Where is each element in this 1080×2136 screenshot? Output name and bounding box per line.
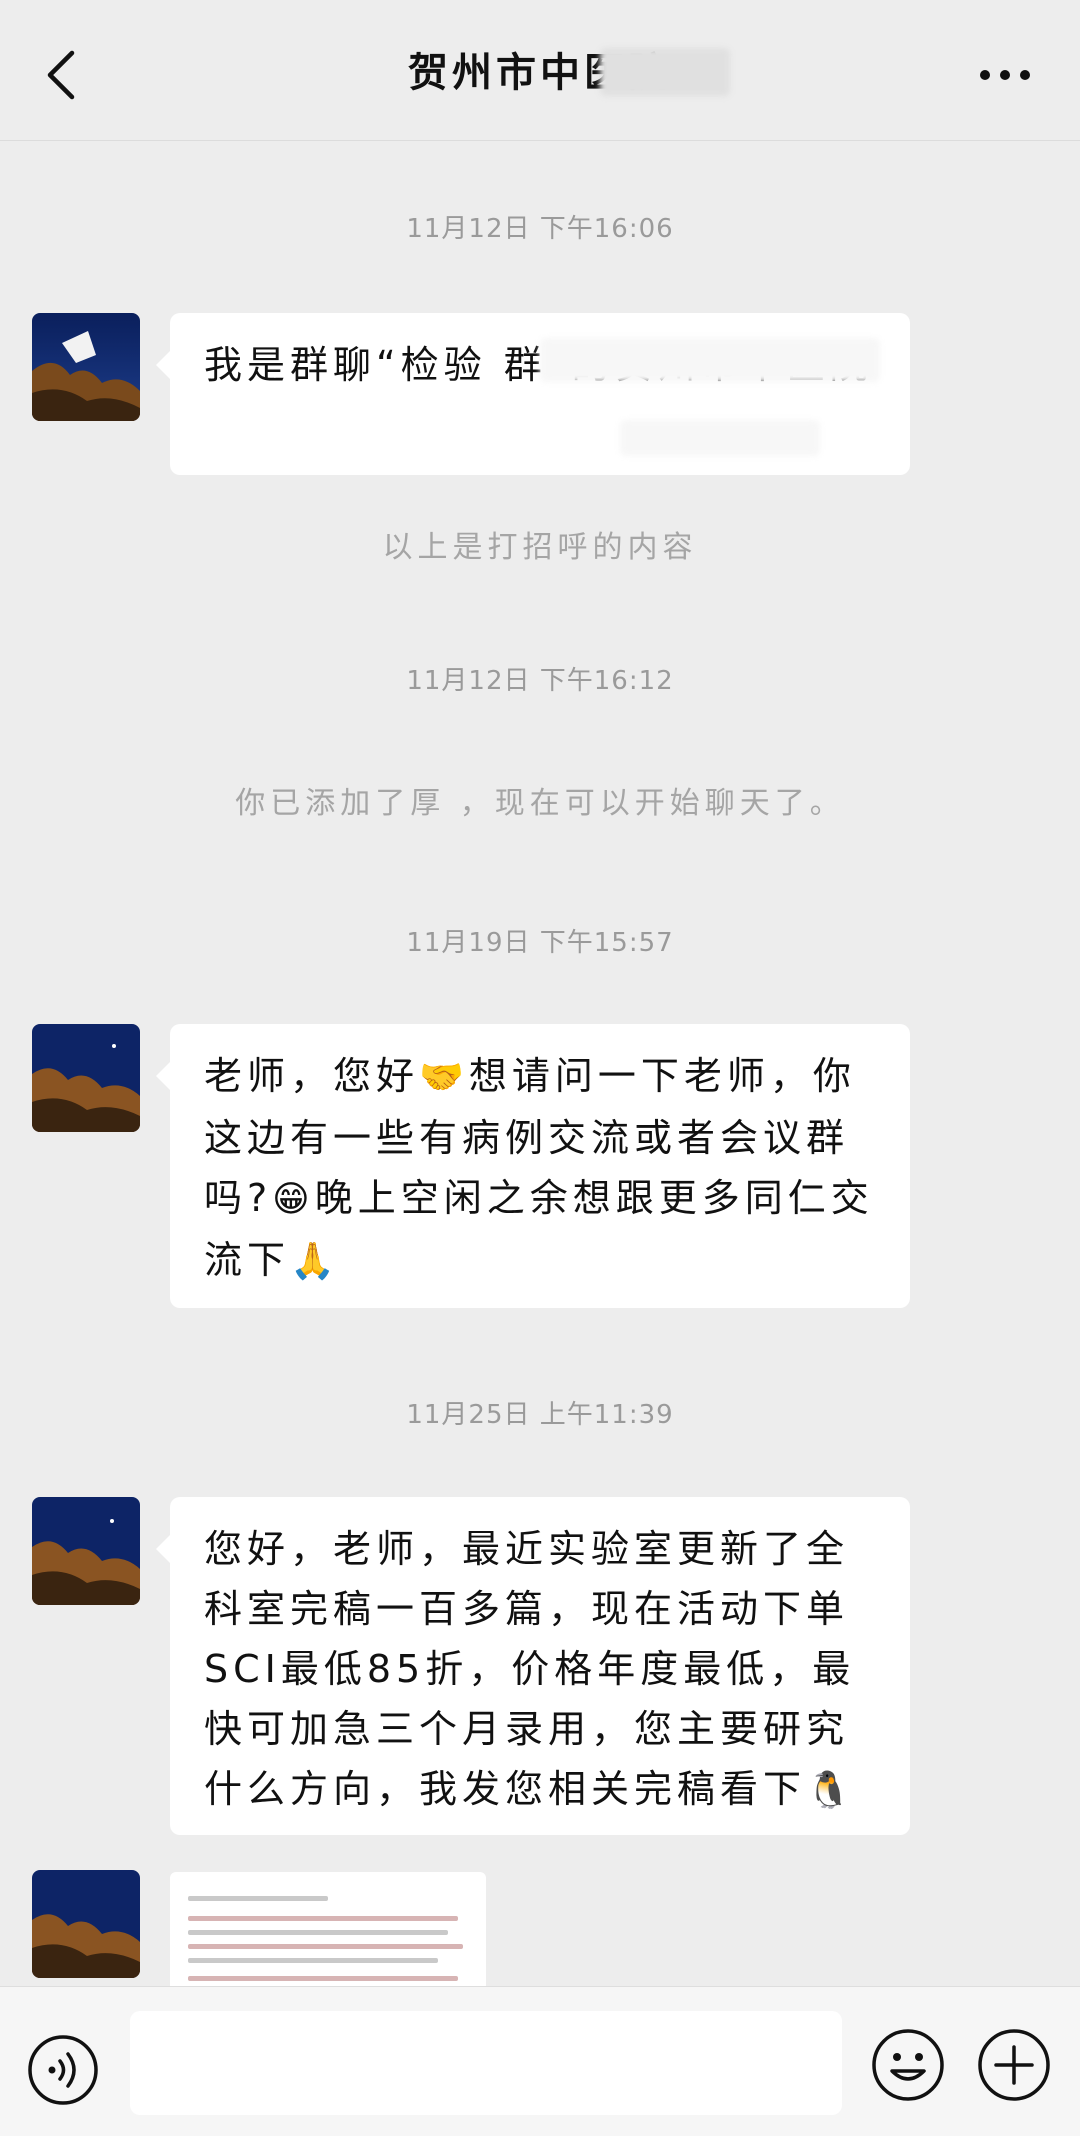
avatar[interactable]	[32, 1870, 140, 1978]
message-input[interactable]	[130, 2011, 842, 2115]
input-bar	[0, 1986, 1080, 2136]
timestamp: 11月12日 下午16:12	[406, 666, 674, 696]
handshake-icon: 🤝	[419, 1057, 469, 1098]
timestamp: 11月25日 上午11:39	[406, 1400, 674, 1430]
file-preview-line	[188, 1944, 463, 1949]
file-preview-line	[188, 1916, 458, 1921]
chat-header: 贺州市中医院	[0, 0, 1080, 141]
timestamp: 11月19日 下午15:57	[406, 928, 674, 958]
plus-button[interactable]	[976, 2027, 1052, 2103]
more-button[interactable]	[960, 45, 1050, 105]
text-mosaic	[620, 420, 820, 456]
plus-circle-icon	[978, 2029, 1050, 2101]
system-message: 以上是打招呼的内容	[382, 530, 698, 565]
chevron-left-icon	[47, 50, 75, 100]
back-button[interactable]	[30, 40, 90, 110]
emoji-button[interactable]	[870, 2027, 946, 2103]
voice-icon	[28, 2035, 98, 2105]
title-mosaic	[600, 48, 730, 96]
system-message: 你已添加了厚 ，现在可以开始聊天了。	[235, 786, 845, 821]
avatar-image	[32, 1870, 140, 1978]
text-mosaic	[540, 338, 880, 382]
more-dots-icon	[980, 70, 1030, 80]
file-preview-line	[188, 1958, 438, 1963]
timestamp: 11月12日 下午16:06	[406, 214, 674, 244]
file-preview-card[interactable]	[170, 1872, 486, 1992]
avatar[interactable]	[32, 1024, 140, 1132]
emoji-face-icon	[872, 2029, 944, 2101]
message-text: 您好，老师，最近实验室更新了全科室完稿一百多篇，现在活动下单SCI最低85折，价…	[204, 1527, 856, 1811]
file-preview-line	[188, 1896, 328, 1901]
penguin-icon: 🐧	[806, 1770, 856, 1811]
message-text: 老师，您好	[204, 1054, 420, 1098]
avatar[interactable]	[32, 313, 140, 421]
avatar-image	[32, 313, 140, 421]
file-preview-line	[188, 1930, 448, 1935]
avatar[interactable]	[32, 1497, 140, 1605]
chat-title: 贺州市中医院	[408, 50, 672, 96]
message-bubble[interactable]: 您好，老师，最近实验室更新了全科室完稿一百多篇，现在活动下单SCI最低85折，价…	[156, 1497, 910, 1835]
avatar-image	[32, 1497, 140, 1605]
avatar-image	[32, 1024, 140, 1132]
message-bubble[interactable]: 老师，您好🤝想请问一下老师，你这边有一些有病例交流或者会议群吗?😁晚上空闲之余想…	[156, 1024, 910, 1308]
file-preview-line	[188, 1976, 458, 1981]
voice-button[interactable]	[26, 2033, 100, 2107]
pray-icon: 🙏	[290, 1241, 340, 1282]
grin-icon: 😁	[272, 1179, 315, 1220]
